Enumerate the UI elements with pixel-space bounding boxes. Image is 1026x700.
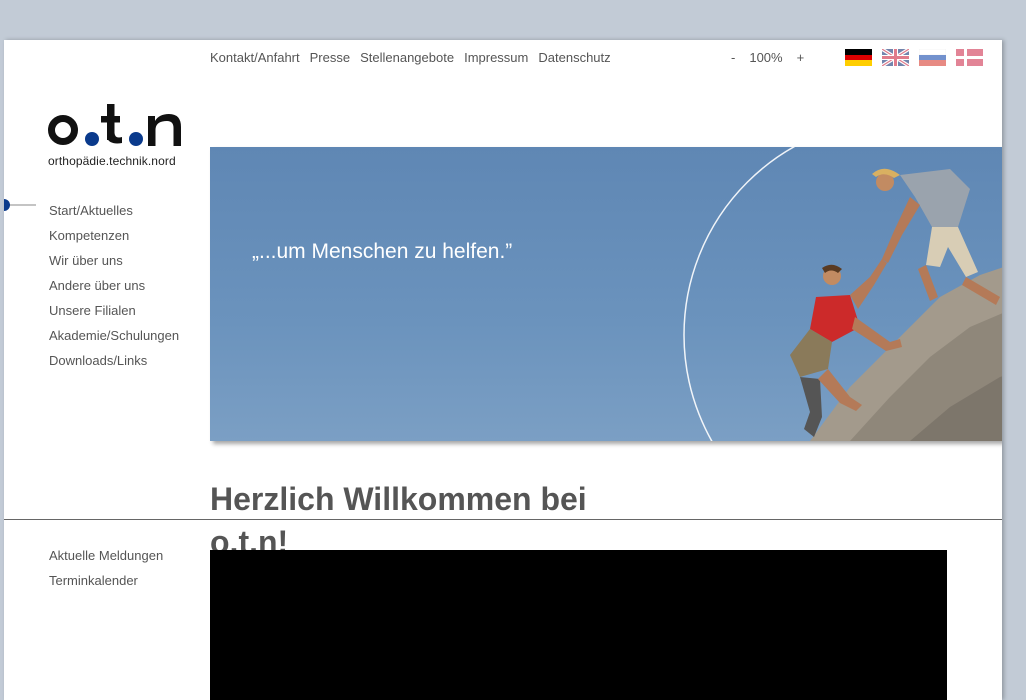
zoom-in-button[interactable]: + — [797, 50, 805, 65]
zoom-level: 100% — [749, 50, 783, 65]
zoom-control: - 100% + — [731, 50, 804, 65]
hero-quote: „...um Menschen zu helfen.” — [252, 240, 513, 263]
top-nav: Kontakt/Anfahrt Presse Stellenangebote I… — [210, 50, 611, 65]
section-divider — [4, 519, 1002, 520]
russian-flag-icon[interactable] — [919, 49, 946, 66]
hero-banner: „...um Menschen zu helfen.” — [210, 147, 1002, 441]
top-nav-kontakt[interactable]: Kontakt/Anfahrt — [210, 50, 300, 65]
otn-logo-mark — [48, 104, 181, 146]
german-flag-icon[interactable] — [845, 49, 872, 66]
sub-nav-aktuelle-meldungen[interactable]: Aktuelle Meldungen — [49, 543, 163, 568]
sub-nav: Aktuelle Meldungen Terminkalender — [49, 543, 163, 593]
top-nav-datenschutz[interactable]: Datenschutz — [538, 50, 610, 65]
top-nav-presse[interactable]: Presse — [310, 50, 350, 65]
video-player[interactable] — [210, 550, 947, 700]
danish-flag-icon[interactable] — [956, 49, 983, 66]
otn-logo[interactable]: orthopädie.technik.nord — [48, 100, 188, 168]
sub-nav-terminkalender[interactable]: Terminkalender — [49, 568, 163, 593]
side-nav-filialen[interactable]: Unsere Filialen — [49, 298, 179, 323]
side-nav-andere-ueber-uns[interactable]: Andere über uns — [49, 273, 179, 298]
side-nav-start[interactable]: Start/Aktuelles — [49, 198, 179, 223]
side-nav-downloads[interactable]: Downloads/Links — [49, 348, 179, 373]
side-nav-wir-ueber-uns[interactable]: Wir über uns — [49, 248, 179, 273]
zoom-out-button[interactable]: - — [731, 50, 735, 65]
logo-subtitle: orthopädie.technik.nord — [48, 154, 176, 168]
side-nav-akademie[interactable]: Akademie/Schulungen — [49, 323, 179, 348]
uk-flag-icon[interactable] — [882, 49, 909, 66]
active-nav-marker-icon — [4, 199, 36, 211]
top-nav-impressum[interactable]: Impressum — [464, 50, 528, 65]
climbers-illustration — [683, 147, 1002, 441]
side-nav-kompetenzen[interactable]: Kompetenzen — [49, 223, 179, 248]
page: Kontakt/Anfahrt Presse Stellenangebote I… — [4, 40, 1002, 700]
side-nav: Start/Aktuelles Kompetenzen Wir über uns… — [49, 198, 179, 373]
top-nav-stellenangebote[interactable]: Stellenangebote — [360, 50, 454, 65]
language-selector — [845, 49, 983, 66]
